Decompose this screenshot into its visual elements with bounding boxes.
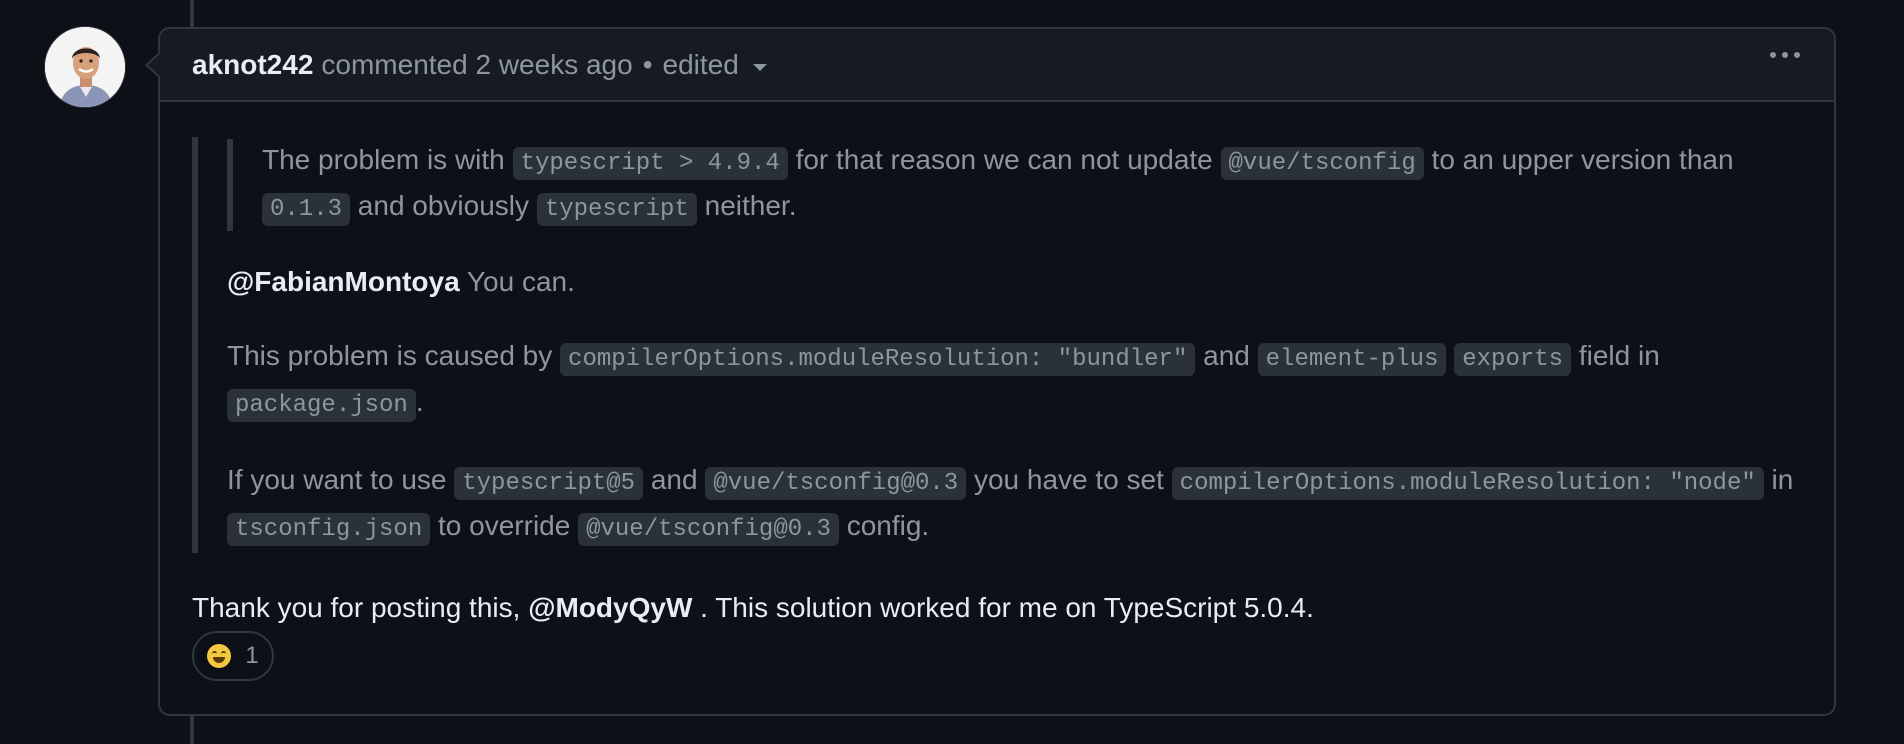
quote-text: If you want to use: [227, 464, 455, 495]
quote-text: and obviously: [350, 190, 537, 221]
edited-dropdown[interactable]: edited: [663, 49, 767, 81]
inline-code: tsconfig.json: [227, 513, 431, 546]
reaction-count: 1: [245, 642, 259, 669]
quote-text: and: [1195, 340, 1258, 371]
blockquote: The problem is with typescript > 4.9.4 f…: [192, 137, 1812, 553]
inline-code: @vue/tsconfig: [1220, 147, 1424, 180]
avatar[interactable]: [44, 26, 126, 108]
grinning-face-emoji-icon: [207, 644, 232, 668]
user-mention-link[interactable]: @FabianMontoya: [227, 266, 460, 297]
comment-text: Thank you for posting this, @ModyQyW . T…: [192, 587, 1812, 629]
inline-code: typescript > 4.9.4: [512, 147, 788, 180]
inline-code: exports: [1454, 343, 1572, 376]
quote-text: field in: [1571, 340, 1660, 371]
comment-caret-fill: [148, 54, 160, 76]
inline-code: 0.1.3: [262, 193, 351, 226]
quote-paragraph: If you want to use typescript@5 and @vue…: [227, 459, 1812, 551]
comment-text-part: . This solution worked for me on TypeScr…: [692, 592, 1314, 623]
inline-code: compilerOptions.moduleResolution: "bundl…: [560, 343, 1196, 376]
inline-code: @vue/tsconfig@0.3: [578, 513, 839, 546]
nested-blockquote: The problem is with typescript > 4.9.4 f…: [227, 139, 1812, 231]
chevron-down-icon: [752, 64, 767, 71]
quote-paragraph: This problem is caused by compilerOption…: [227, 335, 1812, 427]
quote-text: for that reason we can not update: [787, 144, 1221, 175]
quote-paragraph: The problem is with typescript > 4.9.4 f…: [262, 139, 1812, 231]
inline-code: typescript@5: [454, 467, 644, 500]
quote-text: and: [643, 464, 706, 495]
quote-paragraph: @FabianMontoya You can.: [227, 261, 1812, 303]
comment-header: aknot242 commented 2 weeks ago • edited: [160, 29, 1834, 102]
inline-code: compilerOptions.moduleResolution: "node": [1171, 467, 1764, 500]
header-separator: •: [642, 48, 653, 80]
quote-text: to an upper version than: [1423, 144, 1734, 175]
comment-box: aknot242 commented 2 weeks ago • edited …: [158, 27, 1836, 716]
comment-text-part: Thank you for posting this,: [192, 592, 529, 623]
quote-text: config.: [838, 510, 930, 541]
quote-text: neither.: [696, 190, 797, 221]
reaction-button[interactable]: 1: [192, 631, 274, 681]
kebab-dot-icon: [1794, 52, 1800, 58]
comment-body: The problem is with typescript > 4.9.4 f…: [192, 137, 1812, 629]
user-mention-link[interactable]: @ModyQyW: [528, 592, 692, 623]
quote-text: in: [1763, 464, 1794, 495]
edited-label: edited: [662, 48, 739, 80]
inline-code: @vue/tsconfig@0.3: [705, 467, 967, 500]
avatar-image: [45, 27, 125, 107]
comment-author[interactable]: aknot242: [192, 49, 313, 81]
inline-code: package.json: [227, 389, 416, 422]
comment-timestamp[interactable]: commented 2 weeks ago: [321, 49, 632, 81]
kebab-dot-icon: [1770, 52, 1776, 58]
inline-code: element-plus: [1257, 343, 1447, 376]
quote-text: This problem is caused by: [227, 340, 561, 371]
inline-code: typescript: [536, 193, 697, 226]
more-options-button[interactable]: [1770, 52, 1800, 58]
kebab-dot-icon: [1782, 52, 1788, 58]
quote-text: you have to set: [966, 464, 1172, 495]
quote-text: You can.: [459, 266, 575, 297]
quote-text: to override: [430, 510, 579, 541]
comment-thread: aknot242 commented 2 weeks ago • edited …: [0, 0, 1904, 744]
quote-text: .: [415, 386, 424, 417]
quote-text: The problem is with: [262, 144, 513, 175]
